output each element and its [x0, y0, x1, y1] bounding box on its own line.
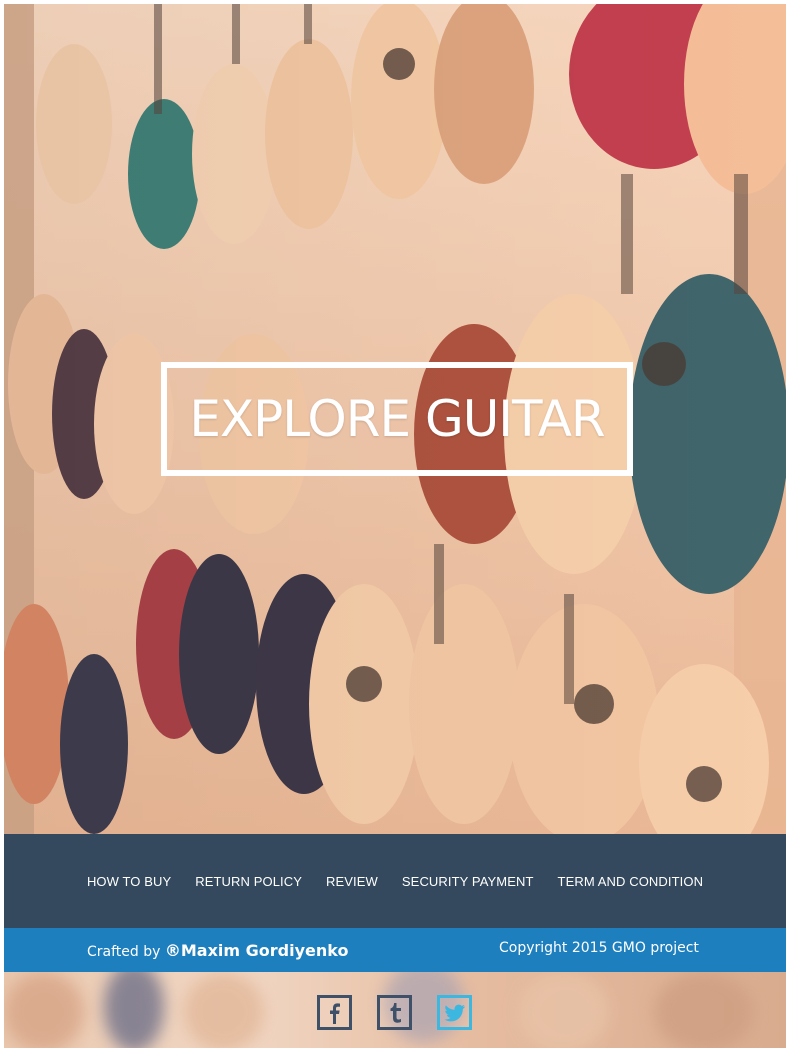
nav-return-policy[interactable]: RETURN POLICY — [195, 874, 302, 889]
hero-title-frame: EXPLORE GUITAR — [161, 362, 633, 476]
crafted-by-text: Crafted by ®Maxim Gordiyenko — [87, 941, 348, 960]
crafted-prefix: Crafted by — [87, 944, 165, 960]
tumblr-icon[interactable] — [377, 995, 412, 1030]
nav-term-and-condition[interactable]: TERM AND CONDITION — [558, 874, 704, 889]
page: EXPLORE GUITAR HOW TO BUY RETURN POLICY … — [0, 0, 786, 1050]
social-icons — [317, 995, 472, 1030]
hero-banner: EXPLORE GUITAR — [4, 4, 786, 834]
facebook-glyph — [329, 1002, 340, 1024]
nav-how-to-buy[interactable]: HOW TO BUY — [87, 874, 171, 889]
nav-security-payment[interactable]: SECURITY PAYMENT — [402, 874, 534, 889]
copyright-text: Copyright 2015 GMO project — [499, 940, 699, 956]
footer-navigation: HOW TO BUY RETURN POLICY REVIEW SECURITY… — [4, 834, 786, 928]
facebook-icon[interactable] — [317, 995, 352, 1030]
social-strip — [4, 972, 786, 1048]
nav-review[interactable]: REVIEW — [326, 874, 378, 889]
tumblr-glyph — [390, 1002, 401, 1023]
author-name: ®Maxim Gordiyenko — [164, 941, 349, 960]
twitter-glyph — [444, 1004, 465, 1021]
hero-title: EXPLORE GUITAR — [189, 390, 605, 448]
twitter-icon[interactable] — [437, 995, 472, 1030]
credits-bar: Crafted by ®Maxim Gordiyenko Copyright 2… — [4, 928, 786, 972]
